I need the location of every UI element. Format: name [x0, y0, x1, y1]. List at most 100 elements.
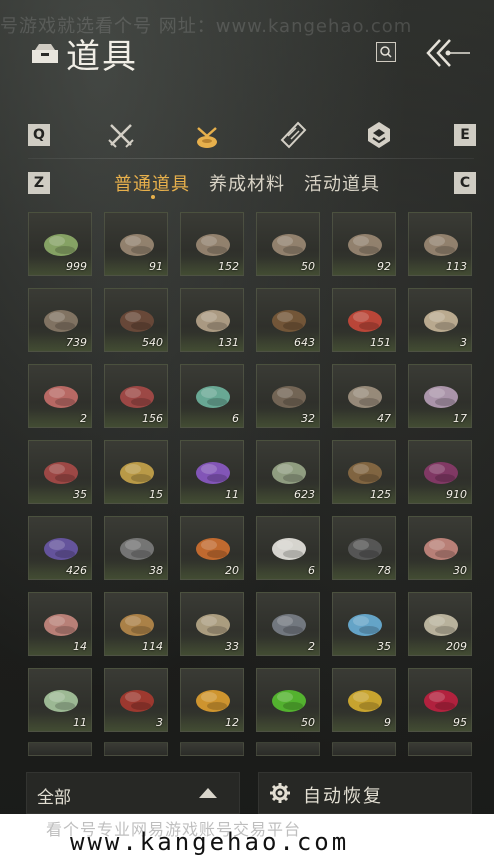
item-slot[interactable]: 125 [332, 440, 396, 504]
item-count: 113 [446, 260, 467, 273]
item-slot[interactable]: 14 [28, 592, 92, 656]
item-count: 3 [156, 716, 163, 729]
item-count: 30 [453, 564, 467, 577]
item-count: 33 [225, 640, 239, 653]
active-indicator-dot [151, 195, 155, 199]
item-slot[interactable]: 47 [332, 364, 396, 428]
item-slot[interactable]: 11 [180, 440, 244, 504]
subtab-normal-items[interactable]: 普通道具 [114, 170, 190, 196]
caret-up-icon [199, 788, 217, 798]
key-hint-c[interactable]: C [454, 172, 476, 194]
item-count: 2 [308, 640, 315, 653]
fish-icon [120, 462, 154, 484]
item-slot[interactable]: 113 [408, 212, 472, 276]
item-count: 6 [232, 412, 239, 425]
herb-flower-icon [272, 462, 306, 484]
mushroom-icon [196, 310, 230, 332]
item-slot[interactable]: 114 [104, 592, 168, 656]
berry-icon [348, 310, 382, 332]
item-slot[interactable]: 6 [180, 364, 244, 428]
item-slot[interactable]: 3 [408, 288, 472, 352]
item-slot[interactable]: 91 [104, 212, 168, 276]
item-slot[interactable]: 38 [104, 516, 168, 580]
item-slot[interactable]: 426 [28, 516, 92, 580]
item-slot[interactable]: 50 [256, 668, 320, 732]
item-slot[interactable]: 209 [408, 592, 472, 656]
item-slot[interactable]: 15 [104, 440, 168, 504]
item-slot[interactable]: 17 [408, 364, 472, 428]
search-button[interactable] [376, 42, 396, 62]
item-slot[interactable]: 999 [28, 212, 92, 276]
item-slot[interactable]: 95 [408, 668, 472, 732]
item-slot-partial[interactable] [408, 742, 472, 756]
bamboo-bundle-icon [44, 234, 78, 256]
item-slot[interactable]: 12 [180, 668, 244, 732]
category-bar: Q E [28, 120, 476, 150]
item-slot[interactable]: 131 [180, 288, 244, 352]
item-slot-partial[interactable] [180, 742, 244, 756]
item-slot[interactable]: 32 [256, 364, 320, 428]
item-count: 999 [66, 260, 87, 273]
item-count: 2 [80, 412, 87, 425]
inventory-screen: 号游戏就选看个号 网址：www.kangehao.com 道具 Q E Z 普通… [0, 0, 494, 864]
item-count: 32 [301, 412, 315, 425]
item-slot-partial[interactable] [104, 742, 168, 756]
key-hint-e[interactable]: E [454, 124, 476, 146]
bag-icon[interactable] [192, 120, 222, 150]
item-slot[interactable]: 78 [332, 516, 396, 580]
item-slot[interactable]: 623 [256, 440, 320, 504]
item-count: 540 [142, 336, 163, 349]
item-slot[interactable]: 11 [28, 668, 92, 732]
item-slot[interactable]: 151 [332, 288, 396, 352]
page-title: 道具 [66, 36, 138, 77]
feather-icon [120, 310, 154, 332]
item-count: 6 [308, 564, 315, 577]
item-count: 209 [446, 640, 467, 653]
item-slot-partial[interactable] [28, 742, 92, 756]
item-slot[interactable]: 35 [28, 440, 92, 504]
double-chevron-left-icon [426, 39, 470, 67]
item-slot[interactable]: 2 [256, 592, 320, 656]
item-slot[interactable]: 6 [256, 516, 320, 580]
item-slot[interactable]: 50 [256, 212, 320, 276]
item-slot-partial[interactable] [332, 742, 396, 756]
gear-icon [270, 783, 290, 803]
dark-branch-icon [348, 538, 382, 560]
wood-chunk-icon [44, 310, 78, 332]
item-count: 20 [225, 564, 239, 577]
steak-icon [120, 386, 154, 408]
scroll-icon[interactable] [278, 120, 308, 150]
item-slot-partial[interactable] [256, 742, 320, 756]
item-slot[interactable]: 35 [332, 592, 396, 656]
item-slot[interactable]: 739 [28, 288, 92, 352]
item-count: 9 [384, 716, 391, 729]
filter-dropdown[interactable]: 全部 [26, 772, 240, 814]
item-slot[interactable]: 2 [28, 364, 92, 428]
item-slot[interactable]: 3 [104, 668, 168, 732]
item-slot[interactable]: 152 [180, 212, 244, 276]
badge-icon[interactable] [364, 120, 394, 150]
orange-flower-icon [196, 538, 230, 560]
item-slot[interactable]: 30 [408, 516, 472, 580]
fur-pelt-icon [348, 386, 382, 408]
key-hint-z[interactable]: Z [28, 172, 50, 194]
item-slot[interactable]: 643 [256, 288, 320, 352]
back-button[interactable] [424, 38, 474, 68]
item-count: 11 [225, 488, 239, 501]
auto-restore-label: 自动恢复 [303, 786, 383, 807]
item-slot[interactable]: 9 [332, 668, 396, 732]
auto-restore-button[interactable]: 自动恢复 [258, 772, 472, 814]
subtab-upgrade-materials[interactable]: 养成材料 [209, 170, 285, 196]
subtab-event-items[interactable]: 活动道具 [304, 170, 380, 196]
item-slot[interactable]: 92 [332, 212, 396, 276]
item-slot[interactable]: 540 [104, 288, 168, 352]
key-hint-q[interactable]: Q [28, 124, 50, 146]
crossed-swords-icon[interactable] [106, 120, 136, 150]
item-slot[interactable]: 20 [180, 516, 244, 580]
item-count: 114 [142, 640, 163, 653]
item-slot[interactable]: 910 [408, 440, 472, 504]
purple-flower-icon [424, 462, 458, 484]
item-slot[interactable]: 156 [104, 364, 168, 428]
item-count: 14 [73, 640, 87, 653]
item-slot[interactable]: 33 [180, 592, 244, 656]
